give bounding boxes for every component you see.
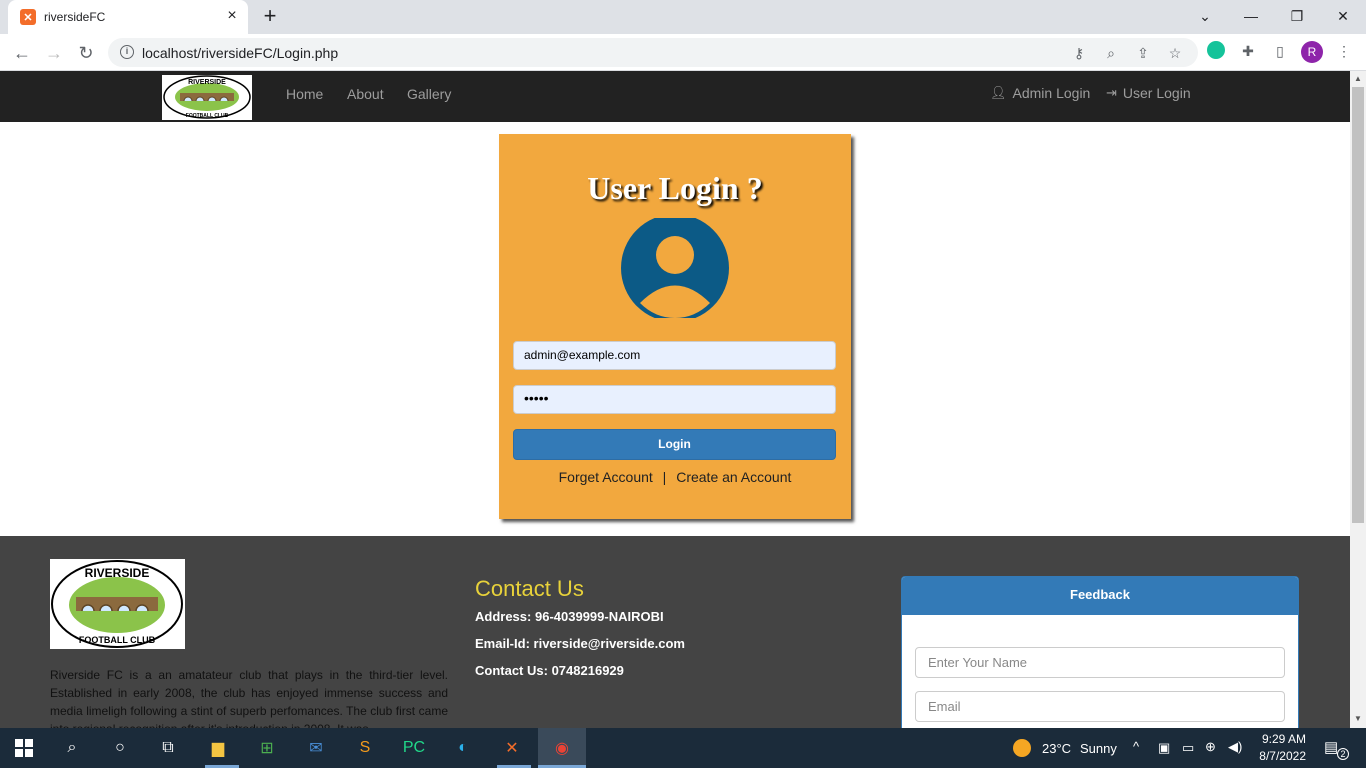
contact-title: Contact Us	[475, 576, 584, 601]
extensions-puzzle-icon[interactable]: ✚	[1238, 41, 1258, 61]
password-field[interactable]: •••••	[513, 385, 836, 414]
show-hidden-icons-icon[interactable]: ^	[1133, 739, 1139, 754]
contact-phone: Contact Us: 0748216929	[475, 663, 624, 678]
admin-login-label: Admin Login	[1012, 85, 1091, 101]
contact-address: Address: 96-4039999-NAIROBI	[475, 609, 664, 624]
feedback-email-input[interactable]: Email	[915, 691, 1285, 722]
profile-avatar[interactable]: R	[1301, 41, 1323, 63]
admin-login-link[interactable]: 👤︎ Admin Login	[990, 85, 1090, 101]
create-account-link[interactable]: Create an Account	[676, 469, 791, 485]
close-window-icon[interactable]: ✕	[1323, 4, 1363, 28]
grammarly-extension-icon[interactable]	[1207, 41, 1225, 59]
edge-icon[interactable]: ◐	[449, 734, 477, 762]
file-explorer-icon[interactable]: ▆	[204, 734, 232, 762]
address-label: Address:	[475, 609, 532, 624]
user-login-link[interactable]: ⇥ User Login	[1106, 85, 1191, 101]
notification-count-badge: 2	[1337, 748, 1349, 760]
url-text: localhost/riversideFC/Login.php	[142, 45, 339, 61]
user-avatar-icon	[621, 218, 729, 318]
chrome-icon[interactable]: ◉	[548, 734, 576, 762]
share-icon[interactable]: ⇪	[1134, 44, 1152, 62]
email-label: Email-Id:	[475, 636, 530, 651]
log-in-icon: ⇥	[1106, 85, 1117, 100]
key-icon[interactable]: ⚷	[1070, 44, 1088, 62]
windows-taskbar: ⌕ ○ ⧉ ▆ ⊞ ✉ S PC ◐ ✕ ◉ 23°C Sunny ^ ▣ ▭ …	[0, 728, 1366, 768]
forward-icon[interactable]: →	[42, 41, 66, 65]
nav-about[interactable]: About	[347, 86, 384, 102]
new-tab-icon[interactable]: +	[260, 5, 280, 27]
side-panel-icon[interactable]: ▯	[1270, 41, 1290, 61]
weather-temp[interactable]: 23°C	[1042, 741, 1071, 756]
web-page: RIVERSIDE FOOTBALL CLUB Home About Galle…	[0, 71, 1350, 728]
mail-icon[interactable]: ✉	[302, 734, 330, 762]
login-title: User Login ?	[587, 170, 763, 206]
address-value: 96-4039999-NAIROBI	[534, 609, 664, 624]
phone-value: 0748216929	[551, 663, 624, 678]
sun-icon[interactable]	[1013, 739, 1031, 757]
email-value: riverside@riverside.com	[533, 636, 685, 651]
email-field[interactable]: admin@example.com	[513, 341, 836, 370]
club-about-text: Riverside FC is a an amatateur club that…	[50, 668, 448, 728]
feedback-panel: Feedback Enter Your Name Email	[901, 576, 1299, 728]
system-clock[interactable]: 9:29 AM 8/7/2022	[1256, 731, 1306, 765]
reload-icon[interactable]: ↻	[74, 41, 98, 65]
nav-home[interactable]: Home	[286, 86, 323, 102]
weather-text[interactable]: Sunny	[1080, 741, 1117, 756]
clock-time: 9:29 AM	[1261, 732, 1306, 746]
browser-tab[interactable]: ✕ riversideFC ×	[8, 0, 248, 34]
scroll-thumb[interactable]	[1352, 87, 1364, 523]
user-login-label: User Login	[1122, 85, 1191, 101]
clock-date: 8/7/2022	[1259, 749, 1306, 763]
bookmark-star-icon[interactable]: ☆	[1166, 44, 1184, 62]
pycharm-icon[interactable]: PC	[400, 734, 428, 762]
zoom-icon[interactable]: ⌕	[1102, 44, 1120, 62]
microsoft-store-icon[interactable]: ⊞	[253, 734, 281, 762]
site-info-icon[interactable]: i	[120, 45, 134, 59]
svg-text:RIVERSIDE: RIVERSIDE	[188, 79, 226, 86]
windows-start-icon[interactable]	[10, 734, 38, 762]
tab-search-icon[interactable]: ⌄	[1185, 4, 1225, 28]
task-view-icon[interactable]: ⧉	[154, 734, 182, 762]
menu-kebab-icon[interactable]: ⋮	[1334, 41, 1354, 61]
meet-now-icon[interactable]: ▣	[1158, 740, 1170, 756]
site-footer: RIVERSIDE FOOTBALL CLUB Riverside FC is …	[0, 536, 1350, 728]
back-icon[interactable]: ←	[10, 41, 34, 65]
scroll-up-icon[interactable]: ▲	[1354, 75, 1362, 83]
restore-icon[interactable]: ❐	[1277, 4, 1317, 28]
scroll-down-icon[interactable]: ▼	[1354, 715, 1362, 723]
xampp-icon: ✕	[20, 9, 36, 25]
login-button[interactable]: Login	[513, 429, 836, 460]
close-tab-icon[interactable]: ×	[224, 8, 240, 24]
feedback-name-input[interactable]: Enter Your Name	[915, 647, 1285, 678]
page-scrollbar[interactable]: ▲ ▼	[1350, 71, 1366, 728]
minimize-icon[interactable]: —	[1231, 4, 1271, 28]
link-separator: |	[662, 469, 667, 485]
riverside-logo[interactable]: RIVERSIDE FOOTBALL CLUB	[162, 75, 252, 120]
network-icon[interactable]: ⊕	[1205, 739, 1216, 755]
login-card: User Login ? admin@example.com ••••• Log…	[499, 134, 851, 519]
battery-icon[interactable]: ▭	[1182, 740, 1194, 756]
login-links: Forget Account | Create an Account	[499, 469, 851, 485]
svg-text:FOOTBALL CLUB: FOOTBALL CLUB	[186, 113, 229, 119]
site-navbar: RIVERSIDE FOOTBALL CLUB Home About Galle…	[0, 71, 1350, 122]
forget-account-link[interactable]: Forget Account	[559, 469, 653, 485]
svg-text:FOOTBALL CLUB: FOOTBALL CLUB	[79, 635, 156, 645]
xampp-taskbar-icon[interactable]: ✕	[498, 734, 526, 762]
browser-tab-strip: ✕ riversideFC × + ⌄ — ❐ ✕	[0, 0, 1366, 34]
volume-icon[interactable]: ◀)	[1228, 739, 1242, 755]
address-bar[interactable]: i localhost/riversideFC/Login.php ⚷ ⌕ ⇪ …	[108, 38, 1198, 67]
contact-email: Email-Id: riverside@riverside.com	[475, 636, 685, 651]
cortana-icon[interactable]: ○	[106, 734, 134, 762]
search-icon[interactable]: ⌕	[58, 734, 86, 762]
svg-text:RIVERSIDE: RIVERSIDE	[85, 566, 150, 580]
sublime-text-icon[interactable]: S	[351, 734, 379, 762]
user-icon: 👤︎	[990, 85, 1007, 100]
browser-toolbar: ← → ↻ i localhost/riversideFC/Login.php …	[0, 34, 1366, 71]
nav-gallery[interactable]: Gallery	[407, 86, 451, 102]
footer-riverside-logo: RIVERSIDE FOOTBALL CLUB	[50, 559, 185, 649]
phone-label: Contact Us:	[475, 663, 548, 678]
feedback-title: Feedback	[902, 577, 1298, 615]
tab-title: riversideFC	[44, 10, 106, 24]
